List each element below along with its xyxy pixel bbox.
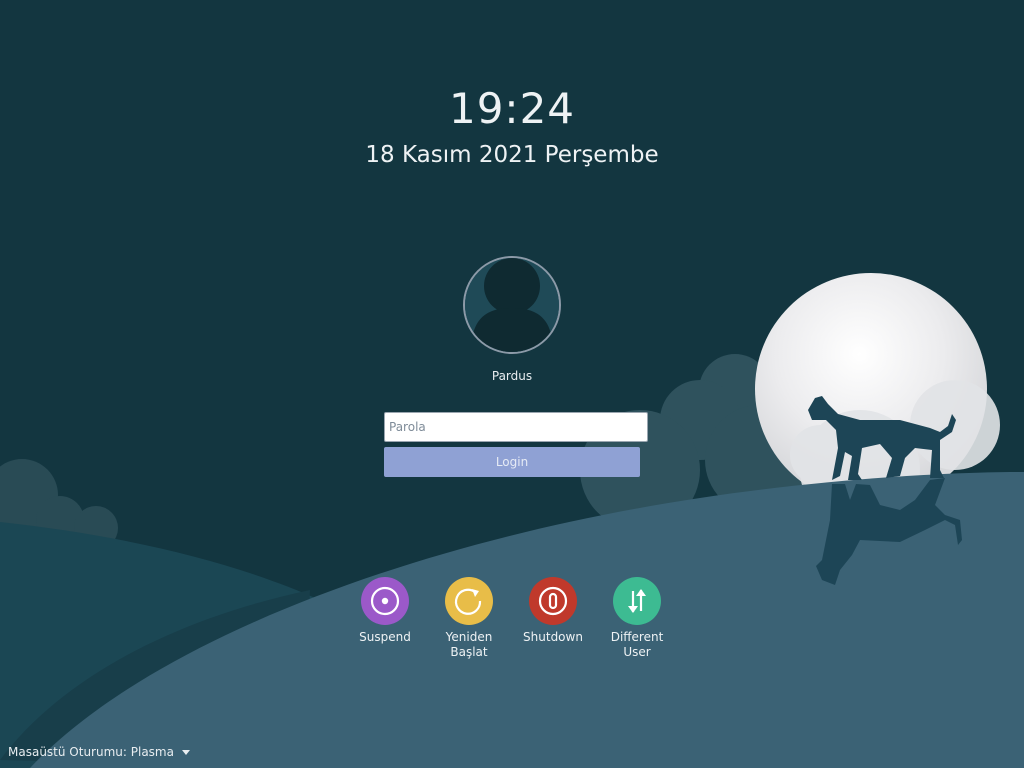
- shutdown-label: Shutdown: [523, 630, 583, 644]
- session-label: Masaüstü Oturumu: Plasma: [8, 745, 174, 759]
- suspend-label: Suspend: [359, 630, 411, 644]
- login-button[interactable]: Login: [384, 447, 640, 477]
- shutdown-button[interactable]: Shutdown: [507, 577, 599, 645]
- suspend-button[interactable]: Suspend: [339, 577, 431, 645]
- restart-button[interactable]: Yeniden Başlat: [423, 577, 515, 660]
- shutdown-icon: [538, 586, 568, 616]
- username-label: Pardus: [491, 369, 533, 383]
- suspend-icon: [370, 586, 400, 616]
- switch-user-icon: [628, 589, 646, 613]
- restart-icon: [454, 588, 482, 615]
- clock-date: 18 Kasım 2021 Perşembe: [365, 142, 659, 168]
- clock-time: 19:24: [448, 84, 576, 133]
- switch-user-label: Different User: [610, 630, 664, 659]
- user-silhouette-icon: [465, 258, 559, 352]
- user-avatar[interactable]: [463, 256, 561, 354]
- session-selector[interactable]: Masaüstü Oturumu: Plasma: [8, 745, 190, 759]
- dropdown-caret-icon: [181, 749, 190, 755]
- switch-user-button[interactable]: Different User: [591, 577, 683, 660]
- password-field[interactable]: [384, 412, 648, 442]
- restart-label: Yeniden Başlat: [445, 630, 493, 659]
